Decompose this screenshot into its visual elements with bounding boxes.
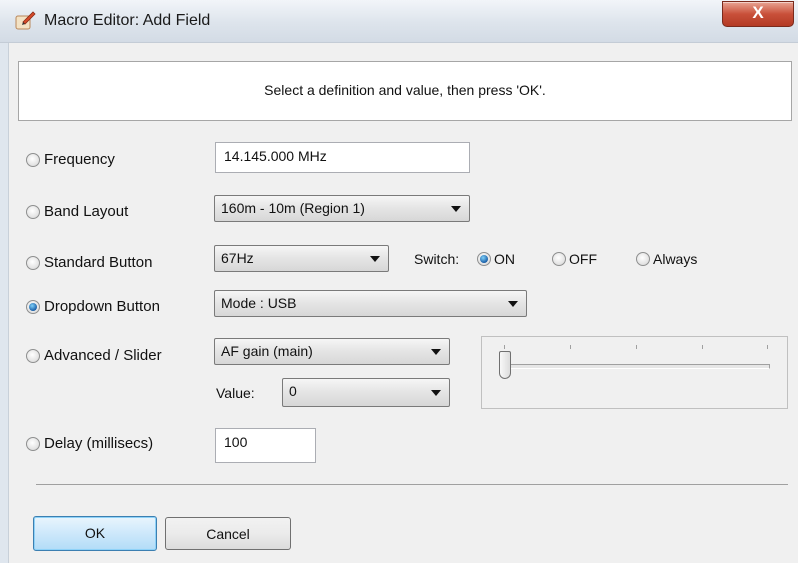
- value-select[interactable]: 0: [282, 378, 450, 407]
- band-layout-select[interactable]: 160m - 10m (Region 1): [214, 195, 470, 222]
- delay-label: Delay (millisecs): [44, 435, 154, 452]
- macro-editor-icon: [15, 11, 36, 30]
- switch-on-label: ON: [494, 251, 515, 267]
- value-label: Value:: [216, 385, 255, 401]
- chevron-down-icon: [508, 300, 518, 307]
- delay-radio[interactable]: [26, 437, 40, 451]
- title-bar: Macro Editor: Add Field X: [0, 0, 798, 43]
- band-layout-value: 160m - 10m (Region 1): [221, 200, 365, 216]
- switch-always-label: Always: [653, 251, 698, 267]
- advanced-slider-radio[interactable]: [26, 349, 40, 363]
- instruction-text: Select a definition and value, then pres…: [264, 82, 546, 98]
- slider-tick: [702, 345, 703, 349]
- dropdown-button-radio[interactable]: [26, 300, 40, 314]
- value-select-value: 0: [289, 383, 297, 399]
- dropdown-button-value: Mode : USB: [221, 295, 297, 311]
- standard-button-value: 67Hz: [221, 250, 254, 266]
- ok-button[interactable]: OK: [33, 516, 157, 551]
- switch-always-radio[interactable]: [636, 252, 650, 266]
- standard-button-radio[interactable]: [26, 256, 40, 270]
- slider-panel: [481, 336, 788, 409]
- separator: [36, 484, 788, 485]
- frequency-label: Frequency: [44, 151, 115, 168]
- close-button[interactable]: X: [722, 1, 794, 27]
- slider-tick: [767, 345, 768, 349]
- advanced-control-select[interactable]: AF gain (main): [214, 338, 450, 365]
- band-layout-radio[interactable]: [26, 205, 40, 219]
- slider-tick: [504, 345, 505, 349]
- chevron-down-icon: [431, 389, 441, 396]
- delay-input[interactable]: 100: [215, 428, 316, 463]
- dropdown-button-label: Dropdown Button: [44, 298, 160, 315]
- slider-tick: [570, 345, 571, 349]
- advanced-slider-label: Advanced / Slider: [44, 347, 162, 364]
- slider-tick: [636, 345, 637, 349]
- switch-off-label: OFF: [569, 251, 597, 267]
- slider-thumb[interactable]: [499, 351, 511, 379]
- chevron-down-icon: [451, 205, 461, 212]
- standard-button-select[interactable]: 67Hz: [214, 245, 389, 272]
- slider-track[interactable]: [502, 364, 770, 369]
- chevron-down-icon: [431, 348, 441, 355]
- dropdown-button-select[interactable]: Mode : USB: [214, 290, 527, 317]
- window-title: Macro Editor: Add Field: [44, 12, 211, 29]
- advanced-control-value: AF gain (main): [221, 343, 313, 359]
- instruction-panel: Select a definition and value, then pres…: [18, 61, 792, 121]
- band-layout-label: Band Layout: [44, 203, 129, 220]
- close-icon: X: [752, 3, 764, 22]
- switch-on-radio[interactable]: [477, 252, 491, 266]
- window-left-border: [0, 43, 9, 563]
- switch-label: Switch:: [414, 251, 460, 267]
- chevron-down-icon: [370, 255, 380, 262]
- switch-off-radio[interactable]: [552, 252, 566, 266]
- frequency-radio[interactable]: [26, 153, 40, 167]
- frequency-input[interactable]: 14.145.000 MHz: [215, 142, 470, 173]
- cancel-button[interactable]: Cancel: [165, 517, 291, 550]
- standard-button-label: Standard Button: [44, 254, 153, 271]
